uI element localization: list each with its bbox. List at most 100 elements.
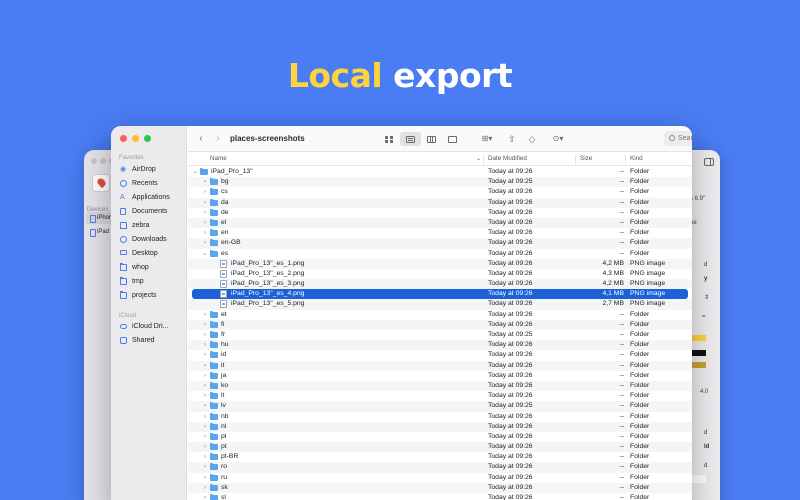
disclosure-collapsed-icon[interactable]: ›	[202, 432, 208, 442]
color-swatch-yellow[interactable]	[690, 335, 706, 341]
sidebar-item-recents[interactable]: Recents	[117, 177, 183, 190]
popup-fragment-3[interactable]: d	[704, 430, 712, 438]
sidebar-item-whop[interactable]: whop	[117, 261, 183, 274]
disclosure-collapsed-icon[interactable]: ›	[202, 330, 208, 340]
icon-view-button[interactable]	[379, 132, 400, 146]
disclosure-collapsed-icon[interactable]: ›	[202, 350, 208, 360]
disclosure-collapsed-icon[interactable]: ›	[202, 483, 208, 493]
disclosure-collapsed-icon[interactable]: ›	[202, 412, 208, 422]
disclosure-collapsed-icon[interactable]: ›	[202, 198, 208, 208]
folder-row[interactable]: › nl Today at 09:26 -- Folder	[188, 421, 692, 432]
disclosure-collapsed-icon[interactable]: ›	[202, 462, 208, 472]
disclosure-collapsed-icon[interactable]: ›	[202, 452, 208, 462]
folder-row[interactable]: ⌄ es Today at 09:26 -- Folder	[188, 249, 692, 259]
sidebar-item-applications[interactable]: A Applications	[117, 191, 183, 204]
folder-row[interactable]: › en Today at 09:26 -- Folder	[188, 228, 692, 238]
folder-row[interactable]: › pt Today at 09:26 -- Folder	[188, 442, 692, 453]
folder-row[interactable]: › el Today at 09:26 -- Folder	[188, 217, 692, 229]
disclosure-collapsed-icon[interactable]: ›	[202, 391, 208, 401]
folder-row[interactable]: › ro Today at 09:26 -- Folder	[188, 462, 692, 473]
disclosure-collapsed-icon[interactable]: ›	[202, 401, 208, 411]
disclosure-collapsed-icon[interactable]: ›	[202, 473, 208, 483]
back-chevron-icon[interactable]: ‹	[196, 133, 206, 145]
more-actions-button[interactable]: ⊙▾	[548, 133, 568, 145]
sort-chevron-icon[interactable]: ⌄	[476, 155, 481, 162]
folder-row[interactable]: › en-GB Today at 09:26 -- Folder	[188, 238, 692, 249]
disclosure-collapsed-icon[interactable]: ›	[202, 177, 208, 187]
disclosure-collapsed-icon[interactable]: ›	[202, 320, 208, 330]
column-header-date[interactable]: Date Modified	[488, 155, 527, 162]
group-by-button[interactable]: ⊞▾	[478, 133, 496, 145]
folder-row[interactable]: › de Today at 09:26 -- Folder	[188, 208, 692, 218]
zoom-button[interactable]	[144, 135, 151, 142]
disclosure-collapsed-icon[interactable]: ›	[202, 493, 208, 500]
column-view-button[interactable]	[421, 132, 442, 146]
sidebar-item-downloads[interactable]: Downloads	[117, 233, 183, 246]
folder-row[interactable]: › lv Today at 09:25 -- Folder	[188, 401, 692, 412]
folder-row[interactable]: › cs Today at 09:26 -- Folder	[188, 187, 692, 197]
sidebar-toggle-icon[interactable]	[704, 158, 714, 166]
disclosure-collapsed-icon[interactable]: ›	[202, 361, 208, 371]
folder-row[interactable]: › fi Today at 09:26 -- Folder	[188, 319, 692, 330]
sidebar-item-desktop[interactable]: Desktop	[117, 247, 183, 260]
popup-fragment[interactable]: d	[704, 262, 712, 270]
file-row[interactable]: iPad_Pro_13"_es_3.png Today at 09:26 4,2 M…	[188, 279, 692, 290]
disclosure-collapsed-icon[interactable]: ›	[202, 371, 208, 381]
folder-row[interactable]: › hu Today at 09:26 -- Folder	[188, 340, 692, 351]
disclosure-collapsed-icon[interactable]: ›	[202, 228, 208, 238]
column-header-kind[interactable]: Kind	[630, 155, 643, 162]
share-button[interactable]: ⇧	[507, 133, 517, 145]
gallery-view-button[interactable]	[442, 132, 463, 146]
list-view-button[interactable]	[400, 132, 421, 146]
forward-chevron-icon[interactable]: ›	[213, 133, 223, 145]
disclosure-expanded-icon[interactable]: ⌄	[192, 167, 198, 177]
minimize-button[interactable]	[132, 135, 139, 142]
folder-row[interactable]: › et Today at 09:26 -- Folder	[188, 310, 692, 320]
folder-row[interactable]: › lt Today at 09:26 -- Folder	[188, 391, 692, 401]
folder-row[interactable]: › ko Today at 09:26 -- Folder	[188, 380, 692, 392]
disclosure-collapsed-icon[interactable]: ›	[202, 310, 208, 320]
sidebar-item-airdrop[interactable]: ◉ AirDrop	[117, 163, 183, 176]
folder-row[interactable]: › ja Today at 09:26 -- Folder	[188, 371, 692, 381]
file-row[interactable]: iPad_Pro_13"_es_4.png Today at 09:26 4,1 M…	[192, 289, 688, 300]
folder-row[interactable]: › id Today at 09:26 -- Folder	[188, 350, 692, 360]
sidebar-item-icloud-drive[interactable]: iCloud Dri...	[117, 320, 183, 333]
disclosure-collapsed-icon[interactable]: ›	[202, 381, 208, 391]
folder-row[interactable]: › bg Today at 09:25 -- Folder	[188, 177, 692, 188]
popup-fragment-5[interactable]: d	[704, 463, 712, 471]
search-input[interactable]	[678, 135, 692, 142]
popup-fragment-2[interactable]: y	[704, 276, 712, 284]
disclosure-collapsed-icon[interactable]: ›	[202, 442, 208, 452]
folder-row[interactable]: › it Today at 09:26 -- Folder	[188, 360, 692, 371]
folder-row[interactable]: › sk Today at 09:26 -- Folder	[188, 482, 692, 493]
color-swatch-black[interactable]	[690, 350, 706, 356]
folder-row[interactable]: › pl Today at 09:26 -- Folder	[188, 432, 692, 442]
disclosure-collapsed-icon[interactable]: ›	[202, 422, 208, 432]
disclosure-collapsed-icon[interactable]: ›	[202, 340, 208, 350]
sidebar-item-tmp[interactable]: tmp	[117, 275, 183, 288]
disclosure-collapsed-icon[interactable]: ›	[202, 187, 208, 197]
search-field[interactable]	[664, 131, 692, 146]
stepper-icon[interactable]: ⇕	[704, 294, 712, 302]
disclosure-collapsed-icon[interactable]: ›	[202, 238, 208, 248]
column-header-size[interactable]: Size	[580, 155, 592, 162]
column-header-name[interactable]: Name	[210, 155, 227, 162]
folder-row[interactable]: › fr Today at 09:25 -- Folder	[188, 330, 692, 340]
color-swatch-gold[interactable]	[690, 362, 706, 368]
sidebar-item-zebra[interactable]: zebra	[117, 219, 183, 232]
file-row[interactable]: iPad_Pro_13"_es_1.png Today at 09:26 4,2 M…	[188, 258, 692, 269]
sidebar-item-documents[interactable]: Documents	[117, 205, 183, 218]
sidebar-item-projects[interactable]: projects	[117, 289, 183, 302]
disclosure-collapsed-icon[interactable]: ›	[202, 208, 208, 218]
disclosure-collapsed-icon[interactable]: ›	[202, 218, 208, 228]
popup-fragment-4[interactable]: ld	[704, 444, 712, 452]
folder-row[interactable]: › sl Today at 09:26 -- Folder	[188, 493, 692, 500]
file-row[interactable]: iPad_Pro_13"_es_2.png Today at 09:26 4,3 M…	[188, 269, 692, 279]
close-button[interactable]	[120, 135, 127, 142]
folder-row[interactable]: › pt-BR Today at 09:26 -- Folder	[188, 452, 692, 462]
disclosure-expanded-icon[interactable]: ⌄	[202, 249, 208, 259]
file-row[interactable]: iPad_Pro_13"_es_5.png Today at 09:26 2,7 M…	[188, 299, 692, 310]
folder-row[interactable]: › da Today at 09:26 -- Folder	[188, 197, 692, 208]
folder-row[interactable]: ⌄ iPad_Pro_13" Today at 09:26 -- Folder	[188, 167, 692, 177]
sidebar-item-shared[interactable]: Shared	[117, 334, 183, 347]
